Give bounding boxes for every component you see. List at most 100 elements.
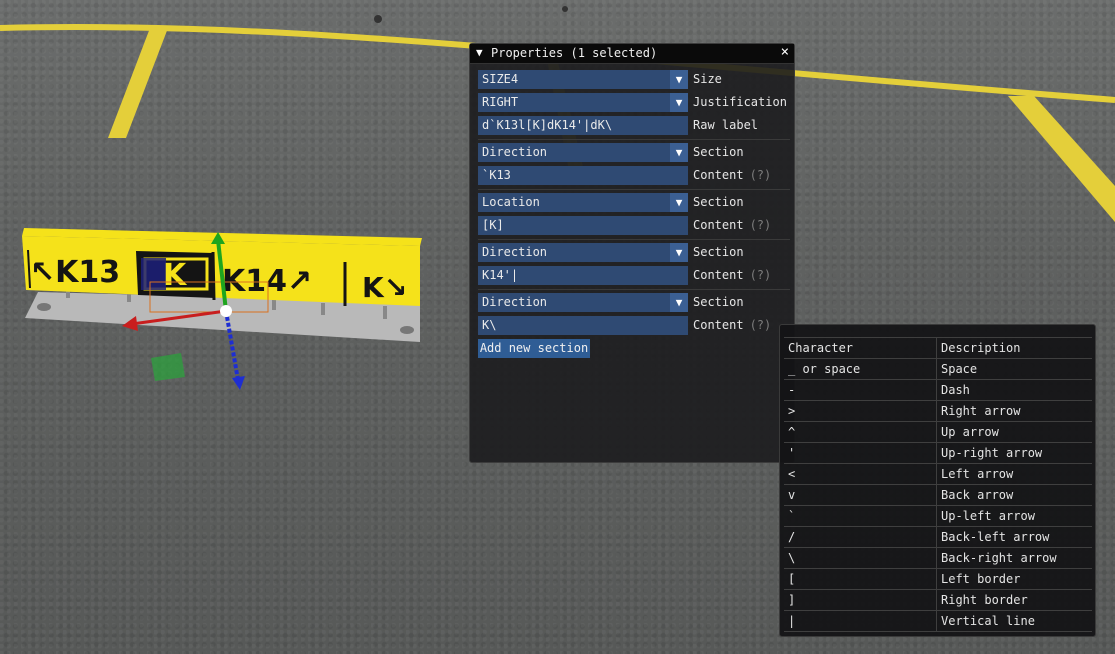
section-1-type-dropdown[interactable]: Direction ▼ (478, 143, 688, 162)
raw-label-input[interactable]: d`K13l[K]dK14'|dK\ (478, 116, 688, 135)
add-section-button[interactable]: Add new section (478, 339, 590, 358)
section-4-type-dropdown[interactable]: Direction ▼ (478, 293, 688, 312)
table-row: > Right arrow (784, 400, 1092, 422)
ground-mark (562, 6, 568, 12)
help-marker[interactable]: (?) (750, 168, 772, 182)
description-cell: Right arrow (936, 400, 1092, 422)
table-header-row: Character Description (784, 337, 1092, 359)
description-cell: Up arrow (936, 421, 1092, 443)
description-cell: Back-right arrow (936, 547, 1092, 569)
description-cell: Back-left arrow (936, 526, 1092, 548)
description-cell: Vertical line (936, 610, 1092, 632)
chevron-down-icon[interactable]: ▼ (670, 243, 688, 262)
close-icon[interactable]: × (781, 44, 789, 60)
section-3-content-value: K14'| (482, 268, 519, 282)
character-cell: v (784, 484, 937, 506)
description-cell: Up-left arrow (936, 505, 1092, 527)
section-1-content-value: `K13 (482, 168, 511, 182)
raw-label-row: d`K13l[K]dK14'|dK\ Raw label (470, 116, 790, 136)
properties-window[interactable]: ▼ Properties (1 selected) × SIZE4 ▼ Size… (469, 43, 795, 463)
table-row: < Left arrow (784, 463, 1092, 485)
table-row: ^ Up arrow (784, 421, 1092, 443)
help-marker[interactable]: (?) (750, 218, 772, 232)
section-2-content-row: [K] Content (?) (470, 216, 790, 236)
table-row: ' Up-right arrow (784, 442, 1092, 464)
section-1-content-row: `K13 Content (?) (470, 166, 790, 186)
description-cell: Right border (936, 589, 1092, 611)
section-3-content-label: Content (?) (693, 268, 771, 282)
section-4-type-value: Direction (482, 295, 548, 309)
section-3-type-label: Section (693, 245, 744, 259)
divider (478, 189, 790, 190)
gizmo-center (220, 305, 232, 317)
description-cell: Back arrow (936, 484, 1092, 506)
gizmo-plane-handle (151, 353, 185, 381)
table-row: \ Back-right arrow (784, 547, 1092, 569)
section-3-content-input[interactable]: K14'| (478, 266, 688, 285)
help-marker[interactable]: (?) (750, 268, 772, 282)
chevron-down-icon[interactable]: ▼ (670, 193, 688, 212)
content-label-text: Content (693, 318, 744, 332)
ground-mark (374, 15, 382, 23)
table-row: _ or space Space (784, 358, 1092, 380)
divider (478, 139, 790, 140)
help-table: Character Description _ or space Space -D… (784, 337, 1092, 632)
character-cell: ] (784, 589, 937, 611)
section-4-content-input[interactable]: K\ (478, 316, 688, 335)
character-cell: ^ (784, 421, 937, 443)
section-2-type-dropdown[interactable]: Location ▼ (478, 193, 688, 212)
justification-dropdown[interactable]: RIGHT ▼ (478, 93, 688, 112)
table-row: - Dash (784, 379, 1092, 401)
character-cell: [ (784, 568, 937, 590)
chevron-down-icon[interactable]: ▼ (670, 143, 688, 162)
section-1-type-row: Direction ▼ Section (470, 143, 790, 163)
table-row: / Back-left arrow (784, 526, 1092, 548)
section-1-content-label: Content (?) (693, 168, 771, 182)
section-3-type-value: Direction (482, 245, 548, 259)
character-cell: / (784, 526, 937, 548)
properties-titlebar[interactable]: ▼ Properties (1 selected) × (470, 44, 794, 64)
divider (478, 239, 790, 240)
raw-label-label: Raw label (693, 118, 759, 132)
section-2-type-value: Location (482, 195, 540, 209)
character-cell: _ or space (784, 358, 937, 380)
description-cell: Left arrow (936, 463, 1092, 485)
triangle-down-icon[interactable]: ▼ (476, 46, 483, 59)
chevron-down-icon[interactable]: ▼ (670, 70, 688, 89)
content-label-text: Content (693, 218, 744, 232)
sign-panel-2: K (163, 258, 188, 293)
description-cell: Space (936, 358, 1092, 380)
section-3-type-row: Direction ▼ Section (470, 243, 790, 263)
table-row: [Left border (784, 568, 1092, 590)
character-cell: ` (784, 505, 937, 527)
size-row: SIZE4 ▼ Size (470, 70, 790, 90)
section-3-type-dropdown[interactable]: Direction ▼ (478, 243, 688, 262)
table-row: v Back arrow (784, 484, 1092, 506)
section-4-content-label: Content (?) (693, 318, 771, 332)
section-1-type-label: Section (693, 145, 744, 159)
content-label-text: Content (693, 268, 744, 282)
divider (478, 289, 790, 290)
character-cell: ' (784, 442, 937, 464)
character-cell: > (784, 400, 937, 422)
taxiway-stripe-left (108, 28, 168, 138)
sign-panel-1: ↖K13 (30, 255, 120, 290)
window-title: Properties (1 selected) (491, 46, 658, 60)
section-1-content-input[interactable]: `K13 (478, 166, 688, 185)
table-row: | Vertical line (784, 610, 1092, 632)
help-marker[interactable]: (?) (750, 318, 772, 332)
justification-value: RIGHT (482, 95, 519, 109)
taxiway-stripe-right (1008, 96, 1115, 222)
content-label-text: Content (693, 168, 744, 182)
character-cell: \ (784, 547, 937, 569)
section-2-content-label: Content (?) (693, 218, 771, 232)
chevron-down-icon[interactable]: ▼ (670, 293, 688, 312)
gizmo-z-arrow (232, 376, 245, 390)
size-dropdown[interactable]: SIZE4 ▼ (478, 70, 688, 89)
section-2-content-input[interactable]: [K] (478, 216, 688, 235)
column-header: Description (936, 337, 1092, 359)
size-value: SIZE4 (482, 72, 519, 86)
base-bolt (400, 326, 414, 334)
justification-row: RIGHT ▼ Justification (470, 93, 790, 113)
chevron-down-icon[interactable]: ▼ (670, 93, 688, 112)
